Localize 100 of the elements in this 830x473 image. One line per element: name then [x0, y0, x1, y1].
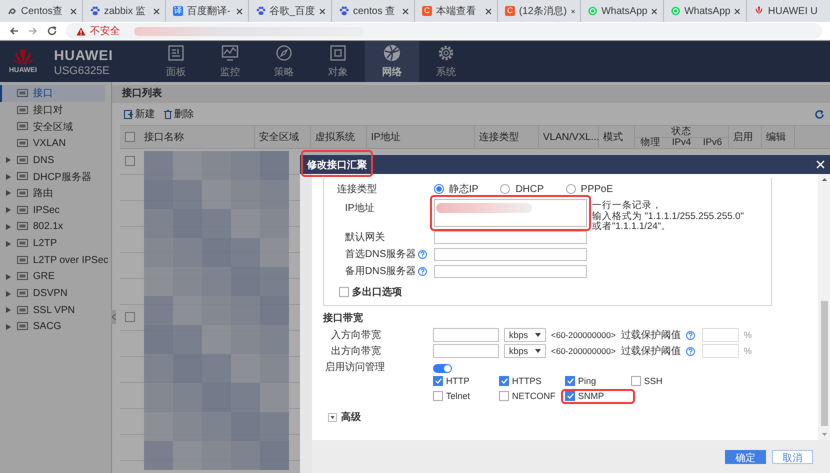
- scrollbar-thumb[interactable]: [820, 301, 828, 426]
- browser-tab[interactable]: HUAWEI U: [747, 0, 827, 22]
- sidebar-item[interactable]: DNS: [0, 152, 111, 168]
- checkbox[interactable]: [499, 391, 509, 401]
- sidebar-item[interactable]: SSL VPN: [0, 302, 111, 319]
- tab-title: centos 查: [353, 4, 396, 18]
- column-header[interactable]: 状态: [635, 126, 728, 138]
- help-icon[interactable]: [686, 330, 695, 340]
- sidebar-item[interactable]: SACG: [0, 318, 111, 336]
- checkbox-option[interactable]: Telnet: [433, 391, 470, 401]
- nav-tab[interactable]: 监控: [203, 41, 257, 82]
- radio-option[interactable]: DHCP: [500, 182, 544, 196]
- checkbox[interactable]: [499, 376, 509, 386]
- forward-icon[interactable]: [28, 26, 38, 36]
- nav-tab[interactable]: 对象: [311, 41, 365, 82]
- input-field[interactable]: [702, 344, 739, 358]
- collapse-handle[interactable]: [111, 310, 116, 324]
- refresh-icon[interactable]: [815, 110, 824, 118]
- sidebar-item[interactable]: DHCP服务器: [0, 168, 111, 186]
- input-field[interactable]: [433, 328, 499, 342]
- checkbox-option[interactable]: SSH: [631, 376, 663, 386]
- sidebar-item[interactable]: 路由: [0, 185, 111, 202]
- sidebar-item[interactable]: GRE: [0, 268, 111, 286]
- column-header[interactable]: 安全区域: [255, 126, 311, 148]
- checkbox[interactable]: [125, 312, 135, 322]
- checkbox[interactable]: [565, 391, 575, 401]
- checkbox-option[interactable]: Ping: [565, 376, 596, 386]
- help-icon[interactable]: [418, 250, 428, 258]
- cancel-button[interactable]: 取消: [772, 450, 813, 464]
- checkbox-option[interactable]: HTTPS: [499, 376, 542, 386]
- nav-tab[interactable]: 策略: [257, 41, 311, 82]
- nav-tab[interactable]: 网络: [365, 41, 419, 82]
- sidebar-item[interactable]: DSVPN: [0, 285, 111, 302]
- checkbox[interactable]: [565, 376, 575, 386]
- checkbox[interactable]: [339, 287, 349, 297]
- back-icon[interactable]: [9, 26, 19, 36]
- checkbox-option[interactable]: 多出口选项: [339, 285, 771, 299]
- field-label: 过载保护阈值: [620, 328, 681, 342]
- sidebar-item[interactable]: 接口: [0, 85, 105, 102]
- unit-dropdown[interactable]: kbps: [504, 328, 546, 342]
- column-header[interactable]: 启用: [729, 126, 762, 148]
- help-icon[interactable]: [686, 346, 695, 356]
- close-icon[interactable]: [402, 8, 409, 14]
- radio-option[interactable]: PPPoE: [566, 182, 614, 196]
- checkbox-option[interactable]: NETCONF: [499, 391, 556, 401]
- input-field[interactable]: [702, 328, 739, 342]
- column-header[interactable]: IPv4: [666, 138, 697, 148]
- sidebar-item[interactable]: 802.1x: [0, 218, 111, 236]
- close-icon[interactable]: [485, 8, 492, 14]
- nav-tab[interactable]: 系统: [419, 41, 473, 82]
- expander[interactable]: 高级: [328, 410, 778, 424]
- column-header[interactable]: 接口名称: [140, 126, 255, 148]
- delete-button[interactable]: 删除: [164, 107, 194, 121]
- sidebar-item[interactable]: L2TP: [0, 235, 111, 252]
- help-icon[interactable]: [418, 266, 428, 276]
- column-header[interactable]: IPv6: [697, 138, 728, 148]
- input-field[interactable]: [433, 344, 499, 358]
- input-field[interactable]: [434, 248, 587, 260]
- checkbox-option[interactable]: HTTP: [433, 376, 470, 386]
- sidebar-item[interactable]: IPSec: [0, 202, 111, 218]
- reload-icon[interactable]: [47, 26, 57, 36]
- close-icon[interactable]: [70, 8, 77, 14]
- close-icon[interactable]: [319, 8, 326, 14]
- column-header[interactable]: 编辑: [762, 126, 795, 148]
- sidebar-item[interactable]: VXLAN: [0, 135, 111, 152]
- paw-icon: [256, 6, 266, 16]
- checkbox[interactable]: [631, 376, 641, 386]
- column-header[interactable]: IP地址: [367, 126, 475, 148]
- scrollbar[interactable]: [818, 174, 830, 440]
- checkbox-option[interactable]: SNMP: [565, 391, 604, 401]
- nav-tab[interactable]: 面板: [149, 41, 203, 82]
- column-header[interactable]: VLAN/VXL...: [539, 126, 599, 148]
- column-header[interactable]: 模式: [599, 126, 635, 148]
- toggle-switch[interactable]: [433, 364, 452, 373]
- close-icon[interactable]: [236, 8, 243, 14]
- column-header[interactable]: 物理: [635, 138, 666, 148]
- sidebar-item[interactable]: 安全区域: [0, 118, 111, 136]
- sidebar-item[interactable]: 接口对: [0, 102, 111, 118]
- scroll-down-icon[interactable]: [822, 433, 826, 436]
- unit-dropdown[interactable]: kbps: [504, 344, 546, 358]
- checkbox[interactable]: [433, 391, 443, 401]
- new-button[interactable]: 新建: [124, 107, 155, 121]
- confirm-button[interactable]: 确定: [725, 450, 766, 464]
- close-icon[interactable]: [651, 8, 658, 14]
- column-header[interactable]: 虚拟系统: [311, 126, 367, 148]
- checkbox[interactable]: [125, 132, 135, 142]
- scroll-up-icon[interactable]: [822, 178, 826, 181]
- checkbox[interactable]: [125, 156, 135, 166]
- tab-title: WhatsApp: [684, 6, 730, 16]
- close-icon[interactable]: [153, 8, 160, 14]
- address-field[interactable]: 不安全: [66, 23, 822, 39]
- column-header[interactable]: 连接类型: [475, 126, 539, 148]
- radio-option[interactable]: 静态IP: [434, 182, 478, 196]
- input-field[interactable]: [434, 264, 587, 278]
- checkbox[interactable]: [433, 376, 443, 386]
- close-icon[interactable]: [570, 8, 575, 14]
- device-icon: [17, 188, 28, 198]
- input-field[interactable]: [434, 230, 587, 244]
- close-icon[interactable]: [734, 8, 741, 14]
- sidebar-item[interactable]: L2TP over IPSec: [0, 252, 111, 269]
